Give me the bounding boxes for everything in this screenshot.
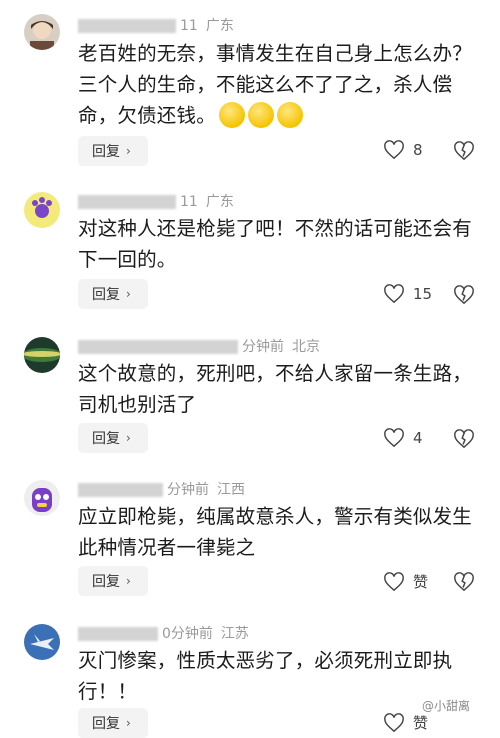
laugh-emoji-icon xyxy=(218,101,245,128)
comment-location: 广东 xyxy=(205,194,234,210)
comment-time: 分钟前 xyxy=(242,339,284,355)
like-button[interactable]: 8 xyxy=(383,140,423,160)
reply-button[interactable]: 回复 › xyxy=(78,279,148,309)
comment-location: 江苏 xyxy=(220,626,249,642)
like-button[interactable]: 赞 xyxy=(383,712,428,733)
avatar-image xyxy=(24,14,60,50)
comment-location: 广东 xyxy=(205,18,234,34)
dislike-button[interactable] xyxy=(453,572,475,596)
avatar[interactable] xyxy=(24,192,60,228)
chevron-right-icon: › xyxy=(126,431,131,445)
avatar-image xyxy=(24,480,60,516)
like-count: 15 xyxy=(413,285,433,303)
dislike-button[interactable] xyxy=(453,285,475,309)
redacted-username xyxy=(78,195,176,209)
comment-location: 江西 xyxy=(217,482,245,498)
chevron-right-icon: › xyxy=(126,144,131,158)
comment-meta: 11 广东 xyxy=(78,17,234,35)
comment-meta: 11 广东 xyxy=(78,193,234,211)
redacted-username xyxy=(78,340,238,354)
like-count: 4 xyxy=(413,429,423,447)
like-count: 赞 xyxy=(413,573,429,591)
comment-time: 分钟前 xyxy=(167,482,209,498)
comment-meta: 分钟前 江西 xyxy=(78,481,245,499)
like-button[interactable]: 4 xyxy=(383,428,423,448)
comment-text: 老百姓的无奈，事情发生在自己身上怎么办？三个人的生命，不能这么不了了之，杀人偿命… xyxy=(78,38,483,131)
heart-icon xyxy=(384,140,404,160)
broken-heart-icon xyxy=(454,141,474,161)
broken-heart-icon xyxy=(454,429,474,449)
heart-icon xyxy=(384,571,404,591)
redacted-username xyxy=(78,483,163,497)
comment-location: 北京 xyxy=(292,339,320,355)
heart-icon xyxy=(384,284,404,304)
comment-time: 11 xyxy=(180,194,198,210)
laugh-emoji-icon xyxy=(276,101,303,128)
chevron-right-icon: › xyxy=(126,716,131,730)
broken-heart-icon xyxy=(454,285,474,305)
reply-button[interactable]: 回复 › xyxy=(78,708,148,738)
like-button[interactable]: 15 xyxy=(383,284,432,304)
avatar[interactable] xyxy=(24,14,60,50)
comment-text: 这个故意的，死刑吧，不给人家留一条生路，司机也别活了 xyxy=(78,362,473,416)
comment-text: 应立即枪毙，纯属故意杀人，警示有类似发生此种情况者一律毙之 xyxy=(78,505,473,559)
chevron-right-icon: › xyxy=(126,287,131,301)
comment-meta: 0分钟前 江苏 xyxy=(78,625,249,643)
avatar-image xyxy=(24,192,60,228)
comment-text-content: 老百姓的无奈，事情发生在自己身上怎么办？三个人的生命，不能这么不了了之，杀人偿命… xyxy=(78,42,473,127)
reply-button[interactable]: 回复 › xyxy=(78,136,148,166)
broken-heart-icon xyxy=(454,572,474,592)
avatar[interactable] xyxy=(24,480,60,516)
redacted-username xyxy=(78,19,176,33)
comment-time: 0分钟前 xyxy=(162,626,213,642)
comment-text: 对这种人还是枪毙了吧！不然的话可能还会有下一回的。 xyxy=(78,217,473,271)
avatar-image xyxy=(24,337,60,373)
like-count: 赞 xyxy=(413,714,429,732)
avatar[interactable] xyxy=(24,337,60,373)
reply-label: 回复 xyxy=(92,287,120,303)
dislike-button[interactable] xyxy=(453,429,475,453)
reply-label: 回复 xyxy=(92,716,120,732)
chevron-right-icon: › xyxy=(126,574,131,588)
reply-button[interactable]: 回复 › xyxy=(78,423,148,453)
dislike-button[interactable] xyxy=(453,141,475,165)
avatar[interactable] xyxy=(24,624,60,660)
avatar-image xyxy=(24,624,60,660)
reply-label: 回复 xyxy=(92,144,120,160)
like-button[interactable]: 赞 xyxy=(383,571,428,592)
reply-label: 回复 xyxy=(92,431,120,447)
heart-icon xyxy=(384,712,404,732)
redacted-username xyxy=(78,627,158,641)
reply-button[interactable]: 回复 › xyxy=(78,566,148,596)
reply-label: 回复 xyxy=(92,574,120,590)
like-count: 8 xyxy=(413,141,423,159)
watermark: @小甜离 xyxy=(422,699,471,713)
heart-icon xyxy=(384,428,404,448)
comment-meta: 分钟前 北京 xyxy=(78,338,320,356)
laugh-emoji-icon xyxy=(247,101,274,128)
comment-time: 11 xyxy=(180,18,198,34)
